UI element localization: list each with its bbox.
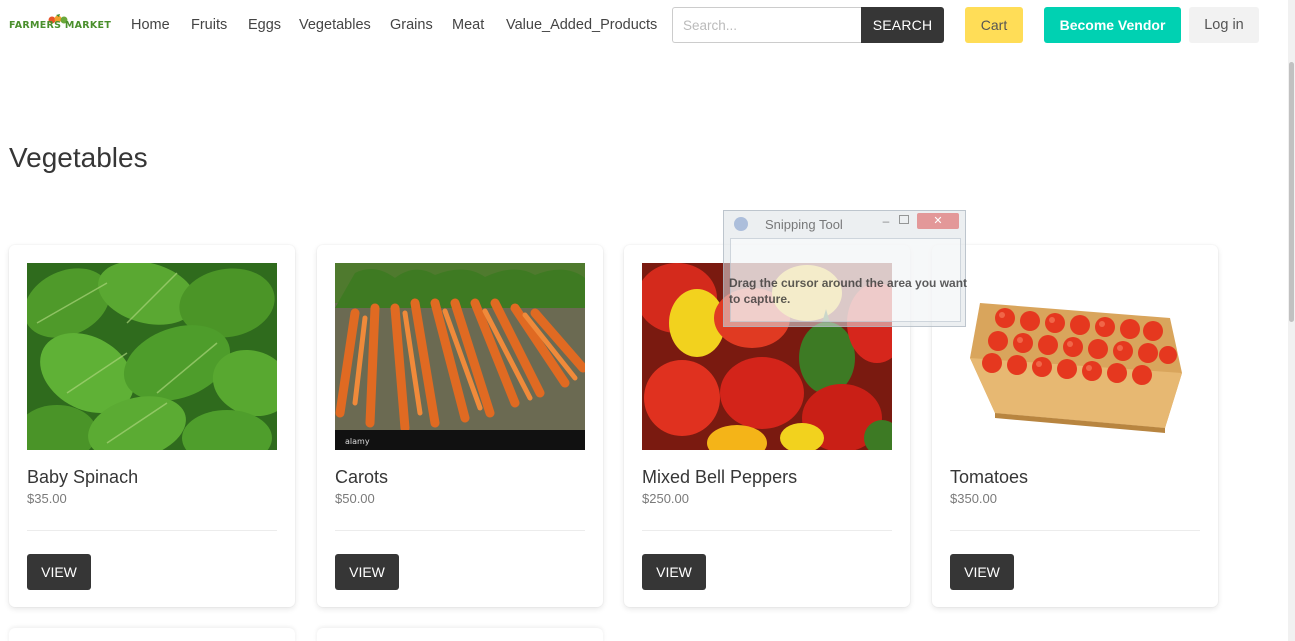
nav-item-meat[interactable]: Meat	[452, 17, 484, 33]
page-title: Vegetables	[9, 142, 148, 173]
farmers-market-logo[interactable]: FARMERS MARKET	[9, 14, 111, 36]
become-vendor-button[interactable]: Become Vendor	[1044, 7, 1181, 43]
product-name: Mixed Bell Peppers	[642, 467, 798, 487]
product-price: $35.00	[27, 491, 67, 506]
page-scrollbar[interactable]	[1288, 0, 1295, 641]
card-divider	[642, 530, 892, 531]
carrot-image-watermark: alamy	[345, 437, 370, 446]
product-price: $50.00	[335, 491, 375, 506]
product-name: Baby Spinach	[27, 467, 139, 487]
view-button[interactable]: VIEW	[27, 554, 91, 590]
nav-item-eggs[interactable]: Eggs	[248, 17, 281, 33]
search-button[interactable]: SEARCH	[861, 7, 944, 43]
close-icon[interactable]: ✕	[917, 213, 959, 229]
card-divider	[335, 530, 585, 531]
product-card-partial	[317, 628, 603, 641]
product-card: Baby Spinach $35.00 VIEW	[9, 245, 295, 607]
nav-item-value-added-products[interactable]: Value_Added_Products	[506, 17, 657, 33]
card-divider	[27, 530, 277, 531]
view-button[interactable]: VIEW	[950, 554, 1014, 590]
product-image-tomatoes[interactable]	[950, 263, 1200, 450]
nav-item-home[interactable]: Home	[131, 17, 170, 33]
maximize-icon[interactable]	[899, 215, 909, 224]
nav-item-vegetables[interactable]: Vegetables	[299, 17, 371, 33]
snipping-tool-title: Snipping Tool	[765, 217, 843, 232]
card-divider	[950, 530, 1200, 531]
scrollbar-thumb[interactable]	[1289, 62, 1294, 322]
product-image-spinach[interactable]	[27, 263, 277, 450]
nav-item-grains[interactable]: Grains	[390, 17, 433, 33]
product-card: Tomatoes $350.00 VIEW	[932, 245, 1218, 607]
top-navbar: FARMERS MARKET Home Fruits Eggs Vegetabl…	[0, 0, 1290, 50]
cart-button[interactable]: Cart	[965, 7, 1023, 43]
product-card-partial	[9, 628, 295, 641]
product-price: $350.00	[950, 491, 997, 506]
product-name: Tomatoes	[950, 467, 1029, 487]
product-price: $250.00	[642, 491, 689, 506]
search-input[interactable]	[672, 7, 862, 43]
view-button[interactable]: VIEW	[335, 554, 399, 590]
nav-item-fruits[interactable]: Fruits	[191, 17, 227, 33]
product-card: alamy Carots $50.00 VIEW	[317, 245, 603, 607]
snipping-tool-icon	[734, 217, 748, 231]
logo-text: FARMERS MARKET	[9, 20, 112, 31]
login-button[interactable]: Log in	[1189, 7, 1259, 43]
product-image-carrots[interactable]: alamy	[335, 263, 585, 450]
product-name: Carots	[335, 467, 389, 487]
snipping-tool-message: Drag the cursor around the area you want…	[729, 276, 968, 306]
minimize-icon[interactable]: –	[877, 214, 895, 228]
view-button[interactable]: VIEW	[642, 554, 706, 590]
snipping-tool-window[interactable]: Snipping Tool – ✕ Drag the cursor around…	[723, 210, 968, 327]
